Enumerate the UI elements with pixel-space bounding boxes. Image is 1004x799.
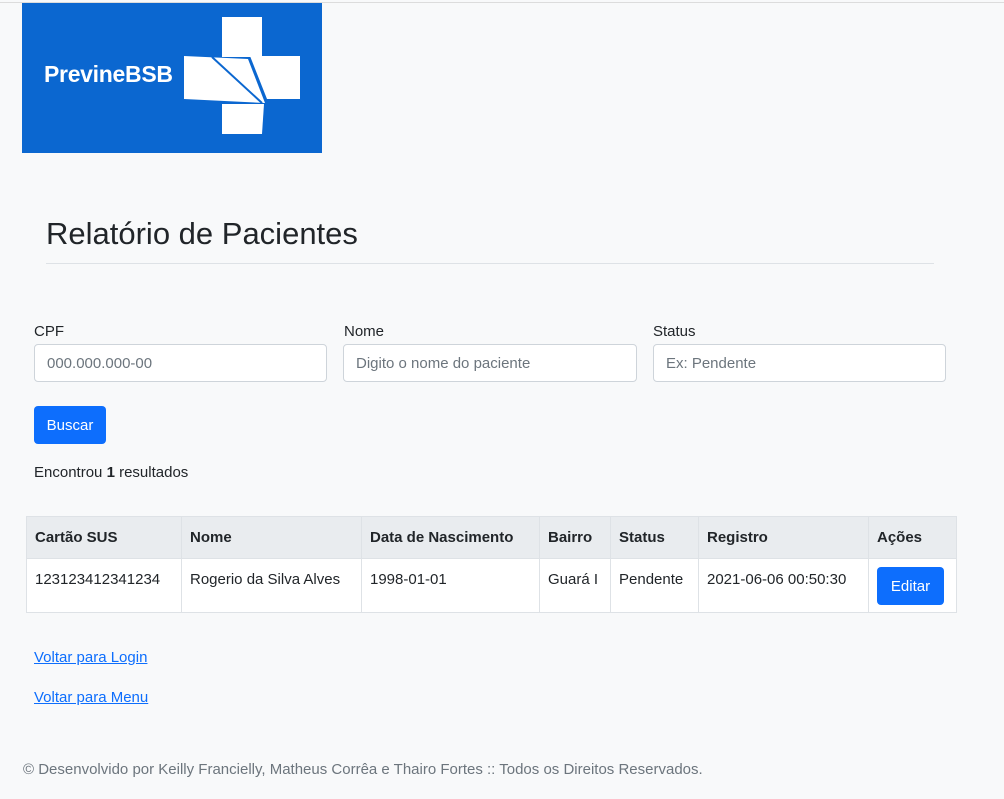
back-to-login-link[interactable]: Voltar para Login <box>34 649 147 666</box>
cell-registro: 2021-06-06 00:50:30 <box>698 558 869 613</box>
nome-label: Nome <box>344 323 385 340</box>
patients-table: Cartão SUS Nome Data de Nascimento Bairr… <box>26 516 957 613</box>
cell-status: Pendente <box>610 558 699 613</box>
edit-button[interactable]: Editar <box>877 567 944 605</box>
table-row: 123123412341234 Rogerio da Silva Alves 1… <box>26 558 957 613</box>
nome-input[interactable] <box>343 344 637 382</box>
footer-copyright: © Desenvolvido por Keilly Francielly, Ma… <box>23 761 703 778</box>
results-count: Encontrou 1 resultados <box>34 464 188 481</box>
header-data-nascimento: Data de Nascimento <box>361 516 540 559</box>
cpf-input[interactable] <box>34 344 327 382</box>
search-button[interactable]: Buscar <box>34 406 106 444</box>
header-cartao-sus: Cartão SUS <box>26 516 182 559</box>
back-to-menu-link[interactable]: Voltar para Menu <box>34 689 148 706</box>
cell-data-nascimento: 1998-01-01 <box>361 558 540 613</box>
medical-cross-icon <box>184 17 300 134</box>
table-header-row: Cartão SUS Nome Data de Nascimento Bairr… <box>26 516 957 559</box>
results-number: 1 <box>106 464 115 481</box>
title-divider <box>46 263 934 264</box>
header-nome: Nome <box>181 516 362 559</box>
logo: PrevineBSB <box>22 3 322 153</box>
header-acoes: Ações <box>868 516 957 559</box>
results-prefix: Encontrou <box>34 464 103 481</box>
results-suffix: resultados <box>119 464 189 481</box>
cell-cartao-sus: 123123412341234 <box>26 558 182 613</box>
cell-acoes: Editar <box>868 558 957 613</box>
header-status: Status <box>610 516 699 559</box>
page-title: Relatório de Pacientes <box>46 216 358 251</box>
cpf-label: CPF <box>34 323 64 340</box>
cell-nome: Rogerio da Silva Alves <box>181 558 362 613</box>
header-registro: Registro <box>698 516 869 559</box>
status-input[interactable] <box>653 344 946 382</box>
status-label: Status <box>653 323 696 340</box>
header-bairro: Bairro <box>539 516 611 559</box>
cell-bairro: Guará I <box>539 558 611 613</box>
